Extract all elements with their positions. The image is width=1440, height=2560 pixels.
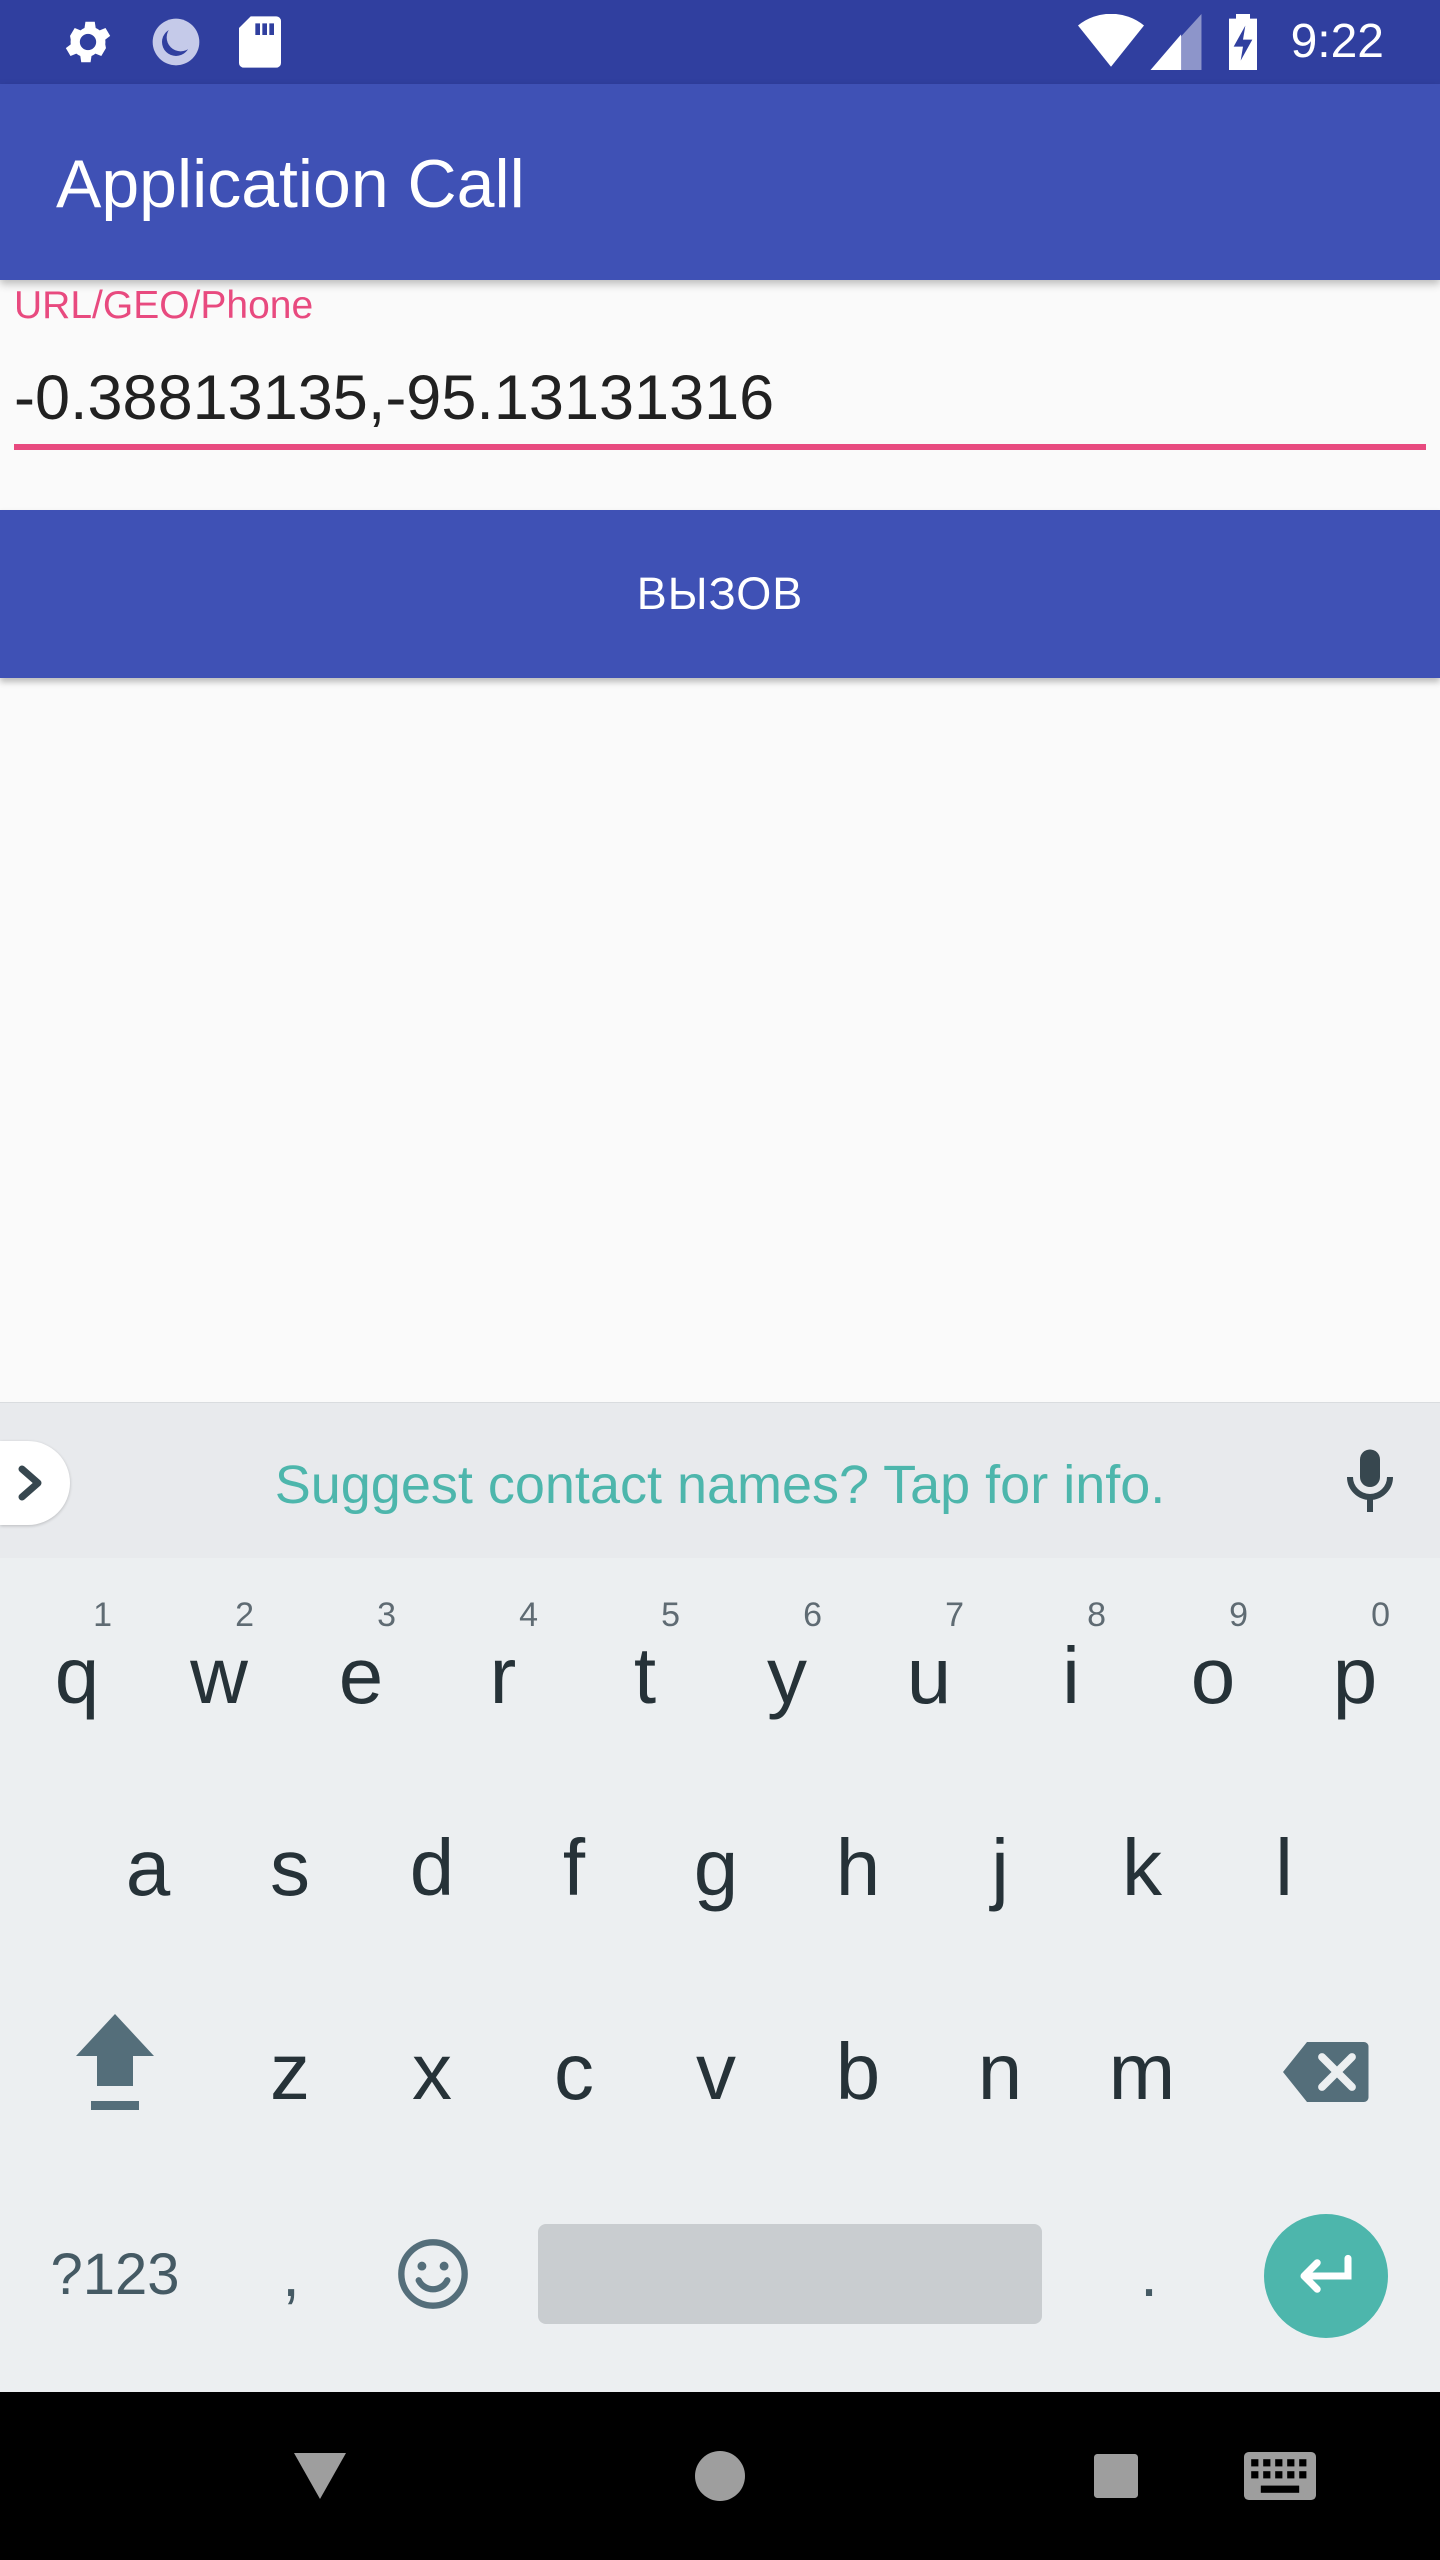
url-geo-phone-label: URL/GEO/Phone [14,284,314,327]
key-d[interactable]: d [361,1768,503,1968]
home-icon[interactable] [670,2436,770,2516]
period-key[interactable]: . [1078,2174,1220,2374]
comma-key[interactable]: , [220,2174,362,2374]
key-n[interactable]: n [929,1972,1071,2172]
key-x[interactable]: x [361,1972,503,2172]
key-t[interactable]: 5t [574,1566,716,1766]
enter-key[interactable] [1264,2214,1388,2338]
spacebar[interactable] [538,2224,1042,2324]
key-h[interactable]: h [787,1768,929,1968]
navigation-bar [0,2392,1440,2560]
key-a[interactable]: a [77,1768,219,1968]
back-icon[interactable] [270,2436,370,2516]
key-v[interactable]: v [645,1972,787,2172]
keyboard-switch-icon[interactable] [1230,2436,1330,2516]
battery-charging-icon [1226,14,1260,75]
suggestion-strip: Suggest contact names? Tap for info. [0,1402,1440,1558]
key-s[interactable]: s [219,1768,361,1968]
recents-icon[interactable] [1066,2436,1166,2516]
backspace-key[interactable] [1250,1972,1400,2172]
backspace-icon [1283,2042,1369,2102]
key-y[interactable]: 6y [716,1566,858,1766]
url-geo-phone-input[interactable] [14,350,1426,446]
key-c[interactable]: c [503,1972,645,2172]
key-w[interactable]: 2w [148,1566,290,1766]
key-r[interactable]: 4r [432,1566,574,1766]
soft-keyboard: Suggest contact names? Tap for info. 1q … [0,1402,1440,2392]
wifi-icon [1078,13,1144,75]
symbols-key[interactable]: ?123 [20,2174,210,2374]
status-bar: 9:22 [0,0,1440,84]
key-f[interactable]: f [503,1768,645,1968]
key-q[interactable]: 1q [6,1566,148,1766]
call-button[interactable]: ВЫЗОВ [0,510,1440,678]
key-e[interactable]: 3e [290,1566,432,1766]
key-z[interactable]: z [219,1972,361,2172]
app-title: Application Call [56,146,525,222]
key-k[interactable]: k [1071,1768,1213,1968]
key-o[interactable]: 9o [1142,1566,1284,1766]
signal-icon [1150,14,1202,75]
gear-icon [60,14,116,75]
key-l[interactable]: l [1213,1768,1355,1968]
shift-icon [76,2014,154,2110]
contact-suggestion-prompt[interactable]: Suggest contact names? Tap for info. [0,1453,1440,1517]
enter-icon [1300,2254,1352,2293]
key-p[interactable]: 0p [1284,1566,1426,1766]
sd-card-icon [236,14,284,75]
emoji-key[interactable] [362,2174,504,2374]
sync-icon [148,14,204,75]
key-m[interactable]: m [1071,1972,1213,2172]
key-j[interactable]: j [929,1768,1071,1968]
status-time: 9:22 [1290,15,1384,68]
shift-key[interactable] [40,1962,190,2162]
key-g[interactable]: g [645,1768,787,1968]
microphone-icon[interactable] [1340,1447,1400,1522]
key-u[interactable]: 7u [858,1566,1000,1766]
input-underline [14,444,1426,450]
key-b[interactable]: b [787,1972,929,2172]
emoji-icon [398,2239,468,2309]
key-i[interactable]: 8i [1000,1566,1142,1766]
app-bar: Application Call [0,84,1440,280]
